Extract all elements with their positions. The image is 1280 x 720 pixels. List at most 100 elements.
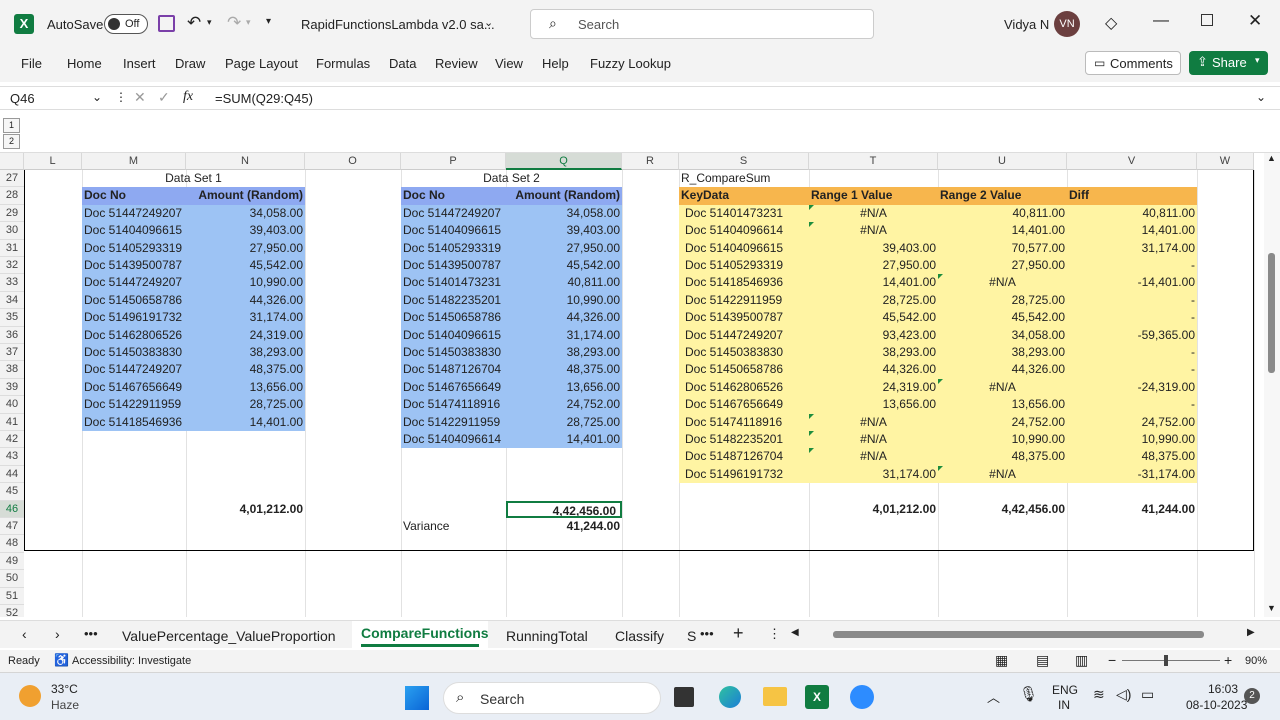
name-box[interactable]: Q46 [10, 91, 35, 106]
avatar[interactable]: VN [1054, 11, 1080, 37]
column-header-m[interactable]: M [82, 153, 186, 170]
windows-start-icon[interactable] [405, 686, 429, 710]
compare-title[interactable]: R_CompareSum [681, 170, 936, 187]
set2-amount[interactable]: 34,058.00 [508, 205, 620, 222]
set1-amount[interactable]: 34,058.00 [188, 205, 303, 222]
compare-diff[interactable]: -59,365.00 [1069, 327, 1195, 344]
compare-range1[interactable]: 24,319.00 [811, 379, 936, 396]
compare-key[interactable]: Doc 51439500787 [681, 309, 807, 326]
variance-label[interactable]: Variance [403, 518, 504, 535]
compare-total-range2[interactable]: 4,42,456.00 [940, 501, 1065, 518]
enter-icon[interactable]: ✓ [158, 89, 170, 106]
row-header-41[interactable]: 41 [0, 413, 24, 431]
compare-range2[interactable]: #N/A [940, 466, 1065, 483]
menu-page-layout[interactable]: Page Layout [225, 56, 298, 71]
set1-amount[interactable]: 14,401.00 [188, 414, 303, 431]
menu-fuzzy-lookup[interactable]: Fuzzy Lookup [590, 56, 671, 71]
compare-range2[interactable]: 44,326.00 [940, 361, 1065, 378]
compare-key[interactable]: Doc 51467656649 [681, 396, 807, 413]
zoom-app-icon[interactable] [850, 685, 874, 709]
error-indicator-icon[interactable] [809, 413, 814, 419]
column-header-l[interactable]: L [24, 153, 82, 170]
row-header-40[interactable]: 40 [0, 396, 24, 414]
excel-taskbar-icon[interactable]: X [805, 685, 829, 709]
expand-formula-icon[interactable]: ⌄ [1256, 90, 1266, 104]
compare-range1[interactable]: #N/A [811, 448, 936, 465]
row-header-30[interactable]: 30 [0, 222, 24, 240]
compare-key[interactable]: Doc 51447249207 [681, 327, 807, 344]
compare-diff[interactable]: -24,319.00 [1069, 379, 1195, 396]
set1-amount[interactable]: 45,542.00 [188, 257, 303, 274]
set2-docno[interactable]: Doc 51482235201 [403, 292, 504, 309]
tab-classify[interactable]: Classify [615, 628, 664, 644]
row-header-51[interactable]: 51 [0, 587, 24, 605]
compare-range1[interactable]: 44,326.00 [811, 361, 936, 378]
compare-diff[interactable]: 40,811.00 [1069, 205, 1196, 222]
compare-key[interactable]: Doc 51462806526 [681, 379, 807, 396]
column-header-p[interactable]: P [401, 153, 506, 170]
more-tabs-icon[interactable]: ••• [700, 626, 714, 641]
row-header-44[interactable]: 44 [0, 465, 24, 484]
compare-key[interactable]: Doc 51450383830 [681, 344, 807, 361]
row-header-45[interactable]: 45 [0, 483, 24, 501]
row-header-49[interactable]: 49 [0, 552, 24, 571]
compare-key[interactable]: Doc 51404096615 [681, 240, 807, 257]
set1-amount[interactable]: 27,950.00 [188, 240, 303, 257]
error-indicator-icon[interactable] [938, 465, 943, 471]
weather-icon[interactable] [19, 685, 41, 707]
set2-amount[interactable]: 10,990.00 [508, 292, 620, 309]
row-header-27[interactable]: 27 [0, 170, 24, 188]
compare-range2[interactable]: 10,990.00 [940, 431, 1065, 448]
tab-comparefunctions[interactable]: CompareFunctions [352, 621, 489, 649]
set2-header-docno[interactable]: Doc No [403, 187, 504, 204]
microphone-icon[interactable]: 🎙 [1019, 685, 1038, 703]
row-header-42[interactable]: 42 [0, 431, 24, 449]
set1-docno[interactable]: Doc 51447249207 [84, 361, 184, 378]
select-all-corner[interactable] [0, 153, 24, 170]
edge-icon[interactable] [719, 686, 741, 708]
set2-docno[interactable]: Doc 51487126704 [403, 361, 504, 378]
compare-range1[interactable]: 38,293.00 [811, 344, 936, 361]
compare-range1[interactable]: 27,950.00 [811, 257, 936, 274]
normal-view-icon[interactable]: ▦ [995, 652, 1008, 669]
compare-range1[interactable]: #N/A [811, 205, 936, 222]
menu-draw[interactable]: Draw [175, 56, 205, 71]
customize-qat-icon[interactable]: ▾ [266, 16, 271, 27]
compare-diff[interactable]: - [1069, 292, 1195, 309]
compare-diff[interactable]: 24,752.00 [1069, 414, 1195, 431]
compare-range1[interactable]: 14,401.00 [811, 274, 936, 291]
set1-title[interactable]: Data Set 1 [84, 170, 303, 187]
set1-header-docno[interactable]: Doc No [84, 187, 184, 204]
column-header-n[interactable]: N [186, 153, 305, 170]
set1-amount[interactable]: 24,319.00 [188, 327, 303, 344]
column-header-u[interactable]: U [938, 153, 1067, 170]
compare-range2[interactable]: 38,293.00 [940, 344, 1065, 361]
set2-amount[interactable]: 24,752.00 [508, 396, 620, 413]
compare-total-diff[interactable]: 41,244.00 [1069, 501, 1195, 518]
set2-docno[interactable]: Doc 51450383830 [403, 344, 504, 361]
taskbar-search[interactable]: ⌕ Search [443, 682, 661, 714]
compare-key[interactable]: Doc 51405293319 [681, 257, 807, 274]
menu-review[interactable]: Review [435, 56, 478, 71]
hscroll-right-icon[interactable]: ▶ [1247, 627, 1255, 638]
outline-level-1[interactable]: 1 [3, 118, 20, 133]
set2-amount[interactable]: 28,725.00 [508, 414, 620, 431]
set2-amount[interactable]: 31,174.00 [508, 327, 620, 344]
compare-key[interactable]: Doc 51422911959 [681, 292, 807, 309]
set1-amount[interactable]: 10,990.00 [188, 274, 303, 291]
set2-docno[interactable]: Doc 51467656649 [403, 379, 504, 396]
row-header-48[interactable]: 48 [0, 535, 24, 553]
compare-range2[interactable]: 34,058.00 [940, 327, 1065, 344]
set2-amount[interactable]: 40,811.00 [508, 274, 621, 291]
column-header-t[interactable]: T [809, 153, 938, 170]
undo-dropdown-icon[interactable]: ▾ [207, 17, 212, 28]
add-sheet-icon[interactable]: + [733, 623, 744, 644]
worksheet-grid[interactable]: L M N O P Q R S T U V W 27 28 29 30 31 32 33 34 35 36 37 38 39 40… [0, 153, 1264, 617]
tab-runningtotal[interactable]: RunningTotal [506, 628, 588, 644]
cancel-icon[interactable]: ✕ [134, 89, 146, 106]
set1-docno[interactable]: Doc 51439500787 [84, 257, 184, 274]
column-header-w[interactable]: W [1197, 153, 1254, 170]
accessibility-status[interactable]: Accessibility: Investigate [72, 655, 191, 667]
menu-formulas[interactable]: Formulas [316, 56, 370, 71]
compare-key[interactable]: Doc 51418546936 [681, 274, 807, 291]
